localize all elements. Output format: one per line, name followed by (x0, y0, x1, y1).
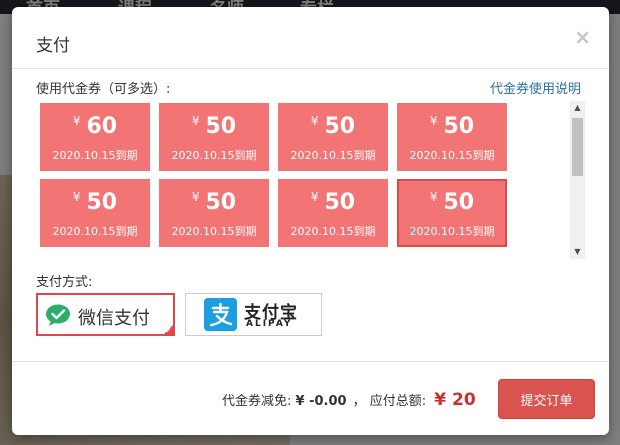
coupon-amount: ¥50 (40, 190, 150, 215)
coupon-card[interactable]: ¥50 2020.10.15到期 (159, 179, 269, 250)
coupon-card[interactable]: ¥50 2020.10.15到期 (40, 179, 150, 250)
scroll-up-icon[interactable]: ▲ (570, 101, 585, 115)
currency-symbol: ¥ (72, 114, 81, 128)
coupon-amount: ¥60 (40, 114, 150, 139)
order-summary: 代金券减免: ¥ -0.00 ， 应付总额: ¥ 20 (222, 390, 476, 410)
coupon-expiry: 2020.10.15到期 (52, 149, 138, 162)
currency-symbol: ¥ (191, 190, 200, 204)
discount-label: 代金券减免: (222, 394, 292, 409)
payment-method-label: 支付方式: (36, 275, 93, 290)
close-button[interactable]: × (574, 27, 591, 47)
coupon-expiry: 2020.10.15到期 (290, 149, 376, 162)
coupon-value: 50 (205, 190, 237, 215)
currency-symbol: ¥ (310, 114, 319, 128)
coupon-amount: ¥50 (397, 114, 507, 139)
modal-title: 支付 (36, 36, 70, 56)
submit-order-button[interactable]: 提交订单 (498, 379, 595, 419)
scroll-down-icon[interactable]: ▼ (570, 245, 585, 259)
wechat-pay-label: 微信支付 (78, 308, 150, 329)
currency-symbol: ¥ (191, 114, 200, 128)
coupon-card[interactable]: ¥50 2020.10.15到期 (278, 179, 388, 250)
coupon-value: 50 (324, 190, 356, 215)
coupon-expiry: 2020.10.15到期 (409, 149, 495, 162)
coupon-scrollbar[interactable]: ▲ ▼ (570, 101, 585, 259)
currency-symbol: ¥ (429, 190, 438, 204)
summary-separator: ， (352, 394, 366, 409)
alipay-option[interactable]: 支付宝 ALIPAY (185, 293, 322, 336)
coupon-expiry: 2020.10.15到期 (52, 225, 138, 238)
coupon-value: 60 (86, 114, 118, 139)
coupon-value: 50 (443, 190, 475, 215)
coupon-value: 50 (205, 114, 237, 139)
alipay-icon (204, 298, 237, 331)
coupon-label: 使用代金券（可多选）: (36, 82, 171, 97)
total-value: ¥ 20 (434, 390, 476, 410)
coupon-value: 50 (324, 114, 356, 139)
coupon-help-link[interactable]: 代金券使用说明 (490, 78, 581, 97)
scroll-thumb[interactable] (572, 118, 583, 176)
coupon-expiry: 2020.10.15到期 (290, 225, 376, 238)
coupon-card[interactable]: ¥50 2020.10.15到期 (278, 103, 388, 174)
wechat-pay-option[interactable]: 微信支付 ✓ (36, 293, 175, 336)
coupon-amount: ¥50 (397, 190, 507, 215)
coupon-card[interactable]: ¥50 2020.10.15到期 (397, 179, 507, 250)
wechat-icon (46, 304, 70, 326)
coupon-value: 50 (86, 190, 118, 215)
discount-value: ¥ -0.00 (295, 394, 347, 409)
modal-header: 支付 × (12, 7, 609, 69)
check-icon: ✓ (165, 326, 172, 335)
alipay-label-en: ALIPAY (246, 319, 293, 329)
coupon-expiry: 2020.10.15到期 (409, 225, 495, 238)
coupon-card[interactable]: ¥50 2020.10.15到期 (397, 103, 507, 174)
currency-symbol: ¥ (429, 114, 438, 128)
coupon-card[interactable]: ¥60 2020.10.15到期 (40, 103, 150, 174)
coupon-list: ¥60 2020.10.15到期 ¥50 2020.10.15到期 ¥50 2020.10… (36, 101, 586, 259)
currency-symbol: ¥ (72, 190, 81, 204)
currency-symbol: ¥ (310, 190, 319, 204)
coupon-expiry: 2020.10.15到期 (171, 149, 257, 162)
coupon-amount: ¥50 (278, 114, 388, 139)
coupon-value: 50 (443, 114, 475, 139)
coupon-card[interactable]: ¥50 2020.10.15到期 (159, 103, 269, 174)
total-label: 应付总额: (369, 394, 427, 409)
coupon-amount: ¥50 (159, 190, 269, 215)
modal-footer: 代金券减免: ¥ -0.00 ， 应付总额: ¥ 20 提交订单 (12, 361, 609, 435)
coupon-expiry: 2020.10.15到期 (171, 225, 257, 238)
coupon-amount: ¥50 (159, 114, 269, 139)
coupon-amount: ¥50 (278, 190, 388, 215)
payment-modal: 支付 × 使用代金券（可多选）: 代金券使用说明 ¥60 2020.10.15到期… (12, 7, 609, 435)
